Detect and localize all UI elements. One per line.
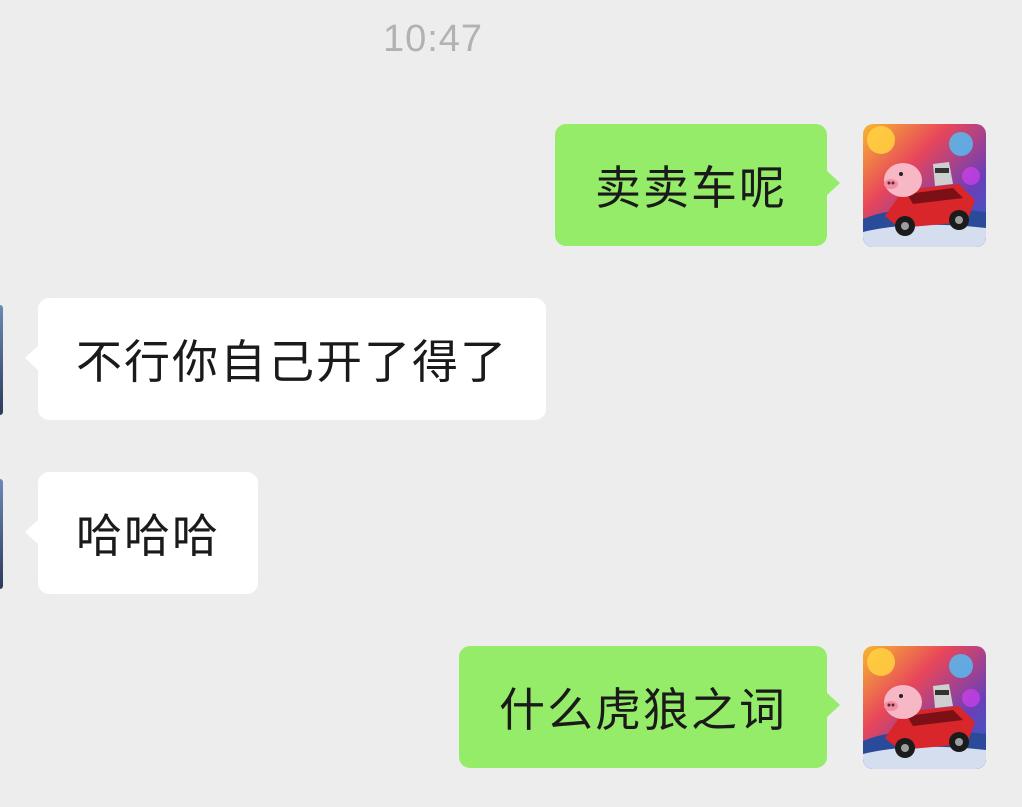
message-bubble-incoming[interactable]: 不行你自己开了得了 (25, 298, 546, 420)
message-bubble-incoming[interactable]: 哈哈哈 (25, 472, 258, 594)
peer-avatar-partial[interactable] (0, 305, 3, 415)
pig-race-car-avatar-icon (863, 646, 986, 769)
message-bubble-outgoing[interactable]: 卖卖车呢 (555, 124, 840, 246)
pig-race-car-avatar-icon (863, 124, 986, 247)
my-avatar[interactable] (863, 124, 986, 247)
my-avatar[interactable] (863, 646, 986, 769)
peer-avatar-partial[interactable] (0, 479, 3, 589)
chat-timestamp: 10:47 (382, 18, 484, 60)
message-bubble-outgoing[interactable]: 什么虎狼之词 (459, 646, 840, 768)
